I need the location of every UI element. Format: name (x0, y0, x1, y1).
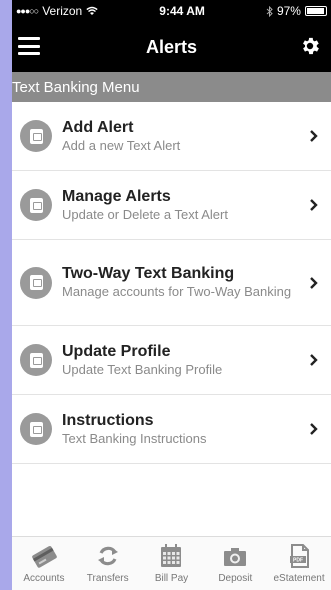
credit-card-icon (32, 546, 57, 568)
menu-item-title: Add Alert (62, 118, 134, 136)
status-left: ●●●○○ Verizon (16, 4, 98, 18)
app-screen: ●●●○○ Verizon 9:44 AM 97% Alerts Text Ba… (12, 0, 331, 590)
gear-icon[interactable] (299, 35, 321, 57)
signal-strength-icon: ●●●○○ (16, 6, 39, 16)
menu-item-add-alert[interactable]: Add Alert Add a new Text Alert (12, 102, 331, 171)
menu-list: Add Alert Add a new Text Alert Manage Al… (12, 102, 331, 464)
battery-level (306, 8, 325, 14)
battery-percent: 97% (276, 4, 301, 18)
chevron-right-icon (310, 199, 318, 211)
status-right: 97% (266, 4, 327, 18)
tab-accounts[interactable]: Accounts (12, 537, 76, 590)
section-header: Text Banking Menu (12, 72, 331, 102)
tab-estatement[interactable]: PDF eStatement (267, 537, 331, 590)
chevron-right-icon (310, 130, 318, 142)
menu-item-instructions[interactable]: Instructions Text Banking Instructions (12, 395, 331, 464)
tab-label: Bill Pay (154, 573, 189, 584)
calendar-icon (161, 544, 182, 567)
menu-item-text: Manage Alerts Update or Delete a Text Al… (62, 188, 295, 223)
tab-bill-pay[interactable]: Bill Pay (140, 537, 204, 590)
tab-label: Deposit (218, 573, 253, 584)
wifi-icon (86, 6, 98, 15)
menu-item-title: Two-Way Text Banking (62, 265, 235, 282)
bluetooth-icon (266, 5, 273, 17)
menu-item-text: Instructions Text Banking Instructions (62, 412, 295, 447)
menu-item-subtitle: Manage accounts for Two-Way Banking (62, 284, 292, 299)
menu-item-subtitle: Add a new Text Alert (62, 137, 181, 153)
tab-label: Transfers (86, 573, 129, 584)
menu-item-text: Two-Way Text Banking Manage accounts for… (62, 265, 295, 300)
nav-bar: Alerts (12, 22, 331, 72)
menu-item-manage-alerts[interactable]: Manage Alerts Update or Delete a Text Al… (12, 171, 331, 240)
tab-deposit[interactable]: Deposit (203, 537, 267, 590)
document-icon (20, 189, 52, 221)
chevron-right-icon (310, 354, 318, 366)
menu-item-text: Add Alert Add a new Text Alert (62, 119, 295, 154)
tab-transfers[interactable]: Transfers (76, 537, 140, 590)
menu-item-title: Manage Alerts (62, 187, 171, 205)
status-bar: ●●●○○ Verizon 9:44 AM 97% (12, 0, 331, 22)
document-icon (20, 344, 52, 376)
menu-item-subtitle: Update Text Banking Profile (62, 361, 223, 377)
menu-item-subtitle: Text Banking Instructions (62, 430, 207, 446)
document-icon (20, 413, 52, 445)
status-time: 9:44 AM (159, 4, 205, 18)
section-title: Text Banking Menu (12, 78, 140, 96)
chevron-right-icon (310, 276, 318, 289)
tab-bar: Accounts Transfers Bill Pay Deposit PDF … (12, 536, 331, 590)
svg-text:PDF: PDF (293, 558, 303, 564)
tab-label: eStatement (273, 573, 325, 584)
menu-item-text: Update Profile Update Text Banking Profi… (62, 343, 295, 378)
pdf-document-icon: PDF (290, 544, 310, 568)
page-title: Alerts (145, 36, 198, 57)
menu-item-two-way-text-banking[interactable]: Two-Way Text Banking Manage accounts for… (12, 240, 331, 326)
chevron-right-icon (310, 423, 318, 435)
menu-item-title: Instructions (62, 411, 154, 429)
hamburger-menu-icon[interactable] (18, 37, 40, 55)
carrier-name: Verizon (42, 4, 83, 18)
menu-item-subtitle: Update or Delete a Text Alert (62, 206, 228, 222)
battery-icon (304, 6, 327, 16)
document-icon (20, 266, 52, 299)
document-icon (20, 120, 52, 152)
phone-frame: ●●●○○ Verizon 9:44 AM 97% Alerts Text Ba… (0, 0, 331, 590)
tab-label: Accounts (23, 573, 65, 584)
menu-item-title: Update Profile (62, 342, 171, 360)
camera-icon (224, 548, 247, 566)
background-edge (0, 0, 12, 590)
menu-item-update-profile[interactable]: Update Profile Update Text Banking Profi… (12, 326, 331, 395)
refresh-arrows-icon (97, 546, 118, 566)
